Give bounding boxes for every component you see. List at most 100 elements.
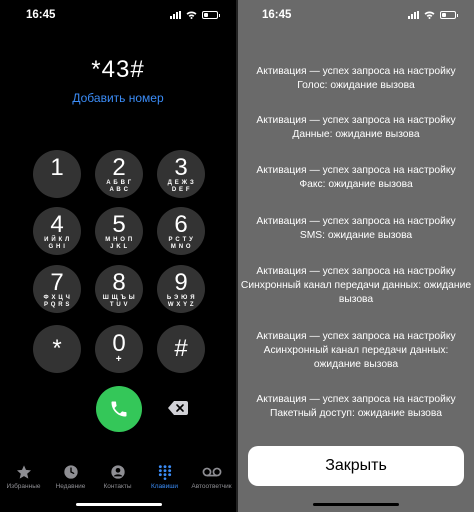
message-line: Активация — успех запроса на настройку xyxy=(256,66,456,77)
key-letters: М Н О П xyxy=(105,237,133,243)
key-2[interactable]: 2А Б В ГA B C xyxy=(95,150,143,198)
key-letters-latin: P Q R S xyxy=(43,302,71,308)
battery-icon xyxy=(440,11,458,19)
message-line: вызова xyxy=(338,294,374,305)
ussd-result-screen: 16:45 Активация — успех запроса на настр… xyxy=(238,0,474,512)
message-line: Активация — успех запроса на настройку xyxy=(256,266,456,277)
key-letters: Р С Т У xyxy=(168,237,194,243)
tab-recents[interactable]: Недавние xyxy=(47,458,94,490)
key-digit: 1 xyxy=(50,154,64,181)
tab-contacts[interactable]: Контакты xyxy=(94,458,141,490)
key-4[interactable]: 4И Й К ЛG H I xyxy=(33,207,81,255)
key-letters: Ф Х Ц Ч xyxy=(43,295,71,301)
home-indicator xyxy=(76,503,162,506)
key-letters-latin: G H I xyxy=(48,244,66,250)
status-icons xyxy=(170,11,220,19)
status-time: 16:45 xyxy=(262,9,292,21)
key-digit: 8 xyxy=(112,269,126,296)
message-line: Синхронный канал передачи данных: ожидан… xyxy=(240,280,472,291)
tab-favorites[interactable]: Избранные xyxy=(0,458,47,490)
message-line: Активация — успех запроса на настройку xyxy=(256,331,456,342)
key-digit: 7 xyxy=(50,269,64,296)
key-letters-latin: D E F xyxy=(171,187,191,193)
message-line: Асинхронный канал передачи данных: xyxy=(263,345,449,356)
home-indicator xyxy=(313,503,399,506)
key-letters-latin: M N O xyxy=(170,244,192,250)
key-letters-latin: W X Y Z xyxy=(167,302,195,308)
key-letters: Ш Щ Ъ Ы xyxy=(102,295,136,301)
key-digit: 9 xyxy=(174,269,188,296)
key-letters: Ь Э Ю Я xyxy=(166,295,196,301)
keypad-icon xyxy=(158,465,171,480)
key-digit: 5 xyxy=(112,211,126,238)
message-line: Голос: ожидание вызова xyxy=(297,80,415,91)
ussd-message: Активация — успех запроса на настройку Д… xyxy=(238,114,474,142)
battery-icon xyxy=(202,11,220,19)
tab-bar: Избранные Недавние Контакты Клавиши Авто… xyxy=(0,458,236,498)
tab-keypad[interactable]: Клавиши xyxy=(141,458,188,490)
close-button[interactable]: Закрыть xyxy=(248,446,464,486)
cellular-signal-icon xyxy=(170,11,181,19)
tab-label: Избранные xyxy=(6,483,41,490)
tab-label: Контакты xyxy=(103,483,132,490)
call-button[interactable] xyxy=(96,386,142,432)
tab-label: Автоответчик xyxy=(191,483,232,490)
voicemail-icon xyxy=(202,467,221,477)
key-letters: Д Е Ж З xyxy=(167,180,195,186)
key-letters-latin: J K L xyxy=(110,244,128,250)
ussd-message: Активация — успех запроса на настройку Г… xyxy=(238,65,474,93)
star-icon xyxy=(16,465,31,479)
key-digit: # xyxy=(174,335,188,362)
ussd-message: Активация — успех запроса на настройку П… xyxy=(238,393,474,421)
message-line: Пакетный доступ: ожидание вызова xyxy=(269,408,442,419)
key-digit: 2 xyxy=(112,154,126,181)
wifi-icon xyxy=(424,11,435,19)
status-icons xyxy=(408,11,458,19)
key-1[interactable]: 1 xyxy=(33,150,81,198)
key-5[interactable]: 5М Н О ПJ K L xyxy=(95,207,143,255)
ussd-message: Активация — успех запроса на настройку С… xyxy=(238,265,474,307)
key-8[interactable]: 8Ш Щ Ъ ЫT U V xyxy=(95,265,143,313)
message-line: Активация — успех запроса на настройку xyxy=(256,115,456,126)
key-9[interactable]: 9Ь Э Ю ЯW X Y Z xyxy=(157,265,205,313)
key-letters-latin: A B C xyxy=(109,187,129,193)
key-letters: И Й К Л xyxy=(44,237,70,243)
clock-icon xyxy=(63,465,78,479)
phone-icon xyxy=(111,401,127,417)
key-digit: * xyxy=(52,335,62,362)
tab-label: Клавиши xyxy=(150,483,179,490)
status-time: 16:45 xyxy=(26,9,56,21)
tab-label: Недавние xyxy=(55,483,86,490)
wifi-icon xyxy=(186,11,197,19)
message-line: ожидание вызова xyxy=(313,359,399,370)
tab-voicemail[interactable]: Автоответчик xyxy=(188,458,235,490)
dialed-number: *43# xyxy=(91,56,145,83)
status-bar: 16:45 xyxy=(0,0,236,32)
key-hash[interactable]: # xyxy=(157,325,205,373)
key-digit: 0 xyxy=(112,330,126,357)
key-7[interactable]: 7Ф Х Ц ЧP Q R S xyxy=(33,265,81,313)
message-line: Активация — успех запроса на настройку xyxy=(256,165,456,176)
message-line: Активация — успех запроса на настройку xyxy=(256,216,456,227)
message-line: SMS: ожидание вызова xyxy=(299,230,413,241)
delete-icon[interactable] xyxy=(168,401,188,415)
add-number-link[interactable]: Добавить номер xyxy=(0,91,236,105)
key-3[interactable]: 3Д Е Ж ЗD E F xyxy=(157,150,205,198)
ussd-message: Активация — успех запроса на настройку S… xyxy=(238,215,474,243)
key-digit: 3 xyxy=(174,154,188,181)
key-digit: 4 xyxy=(50,211,64,238)
status-bar: 16:45 xyxy=(238,0,474,32)
key-0[interactable]: 0 + xyxy=(95,325,143,373)
message-line: Данные: ожидание вызова xyxy=(292,129,420,140)
ussd-message: Активация — успех запроса на настройку Ф… xyxy=(238,164,474,192)
cellular-signal-icon xyxy=(408,11,419,19)
ussd-message: Активация — успех запроса на настройку А… xyxy=(238,330,474,372)
key-star[interactable]: * xyxy=(33,325,81,373)
key-letters-latin: T U V xyxy=(109,302,129,308)
message-line: Факс: ожидание вызова xyxy=(299,179,413,190)
dialer-screen: 16:45 *43# Добавить номер 12А Б В ГA B C… xyxy=(0,0,236,512)
key-letters: А Б В Г xyxy=(106,180,132,186)
key-digit: 6 xyxy=(174,211,188,238)
key-6[interactable]: 6Р С Т УM N O xyxy=(157,207,205,255)
contact-icon xyxy=(110,465,125,479)
